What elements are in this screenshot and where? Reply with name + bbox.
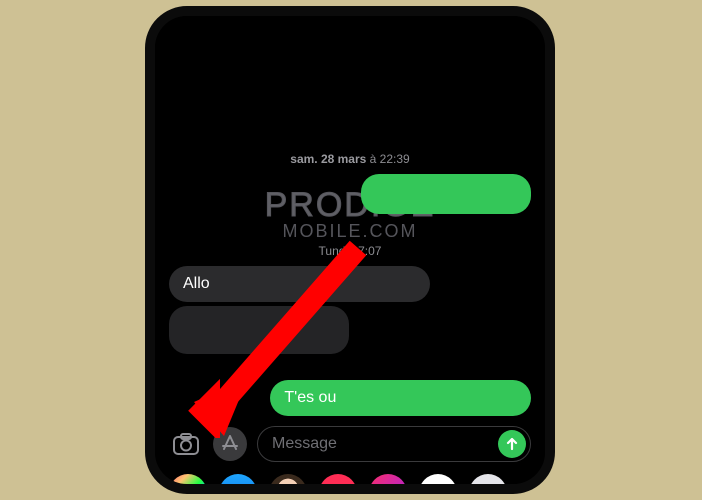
message-received-2[interactable] — [169, 306, 349, 354]
appstore-icon[interactable] — [213, 427, 247, 461]
app-memoji[interactable] — [269, 474, 307, 494]
message-sent-1[interactable] — [361, 174, 531, 214]
message-sent-2[interactable]: T'es ou — [270, 380, 531, 416]
app-tray[interactable] — [155, 468, 545, 494]
app-more[interactable] — [469, 474, 507, 494]
input-row — [155, 420, 545, 468]
app-music[interactable] — [369, 474, 407, 494]
message-text: T'es ou — [284, 389, 336, 406]
arrow-up-icon — [505, 437, 519, 451]
app-search[interactable] — [319, 474, 357, 494]
watermark-line2: MOBILE.COM — [155, 221, 545, 242]
message-text: Allo — [183, 275, 210, 292]
app-photos[interactable] — [169, 474, 207, 494]
timestamp-1: sam. 28 mars à 22:39 — [169, 152, 531, 166]
messages-screen: PRODIGE MOBILE.COM sam. 28 mars à 22:39 … — [155, 16, 545, 484]
conversation-view[interactable]: PRODIGE MOBILE.COM sam. 28 mars à 22:39 … — [155, 16, 545, 420]
message-received-1[interactable]: Allo — [169, 266, 430, 302]
timestamp-2: Tundi 17:07 — [169, 244, 531, 258]
phone-frame: PRODIGE MOBILE.COM sam. 28 mars à 22:39 … — [145, 6, 555, 494]
message-input-pill[interactable] — [257, 426, 531, 462]
camera-icon[interactable] — [169, 427, 203, 461]
send-button[interactable] — [498, 430, 526, 458]
message-input[interactable] — [272, 435, 498, 453]
app-youtube[interactable] — [419, 474, 457, 494]
app-appstore[interactable] — [219, 474, 257, 494]
